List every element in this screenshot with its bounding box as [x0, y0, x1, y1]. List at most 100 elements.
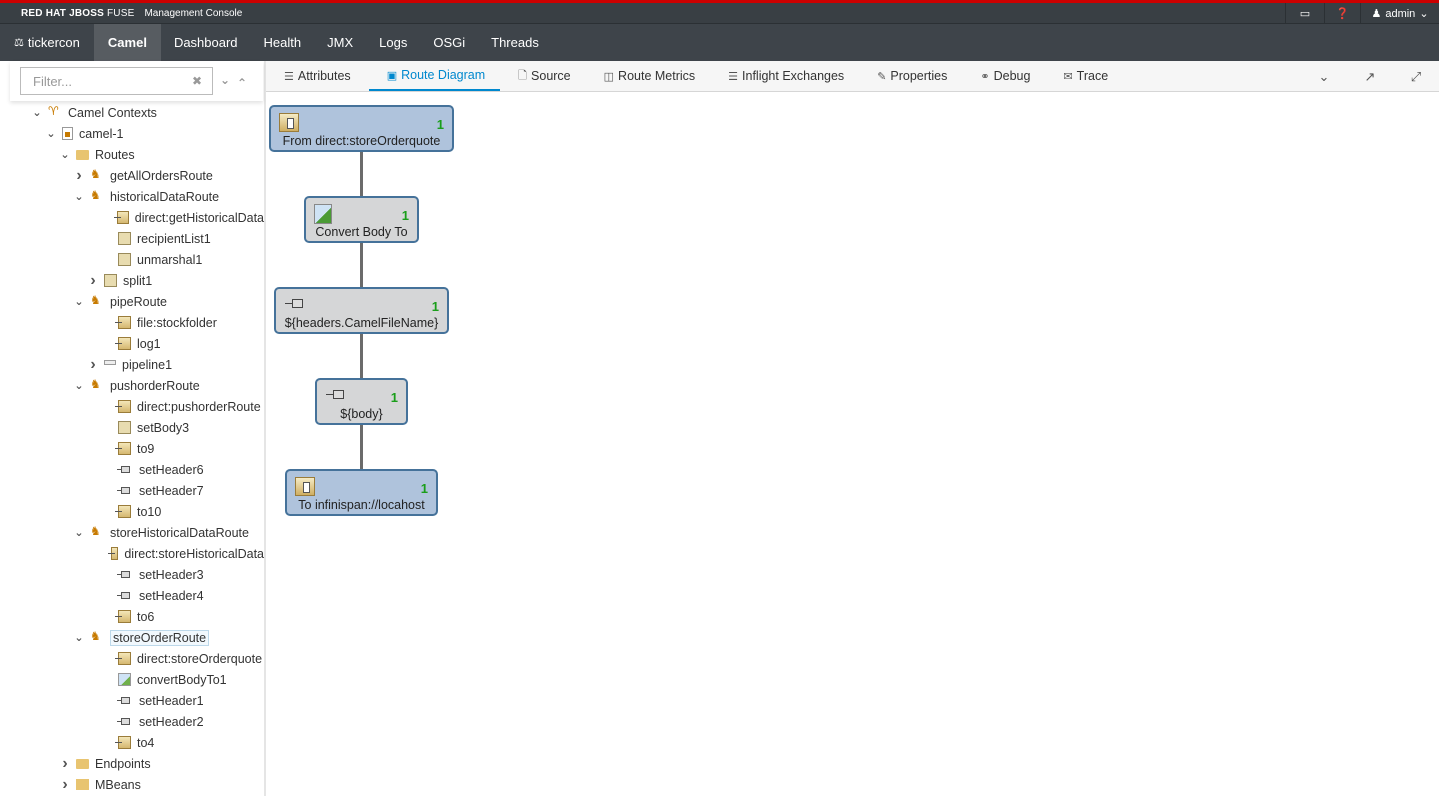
nav-logs[interactable]: Logs: [366, 24, 420, 61]
nav-osgi[interactable]: OSGi: [420, 24, 478, 61]
folder-open-icon: [76, 149, 89, 160]
chevron-right-icon[interactable]: ›: [58, 755, 72, 773]
tree-node[interactable]: setHeader4: [0, 585, 264, 606]
diagram-node-to[interactable]: 1 To infinispan://locahost: [285, 469, 438, 516]
tree-node-label: storeHistoricalDataRoute: [110, 525, 249, 540]
tree-node[interactable]: setHeader2: [0, 711, 264, 732]
tree-node[interactable]: direct:getHistoricalData: [0, 207, 264, 228]
nav-health[interactable]: Health: [251, 24, 315, 61]
chevron-down-icon[interactable]: ⌄: [30, 106, 44, 119]
tree-node-label: getAllOrdersRoute: [110, 168, 213, 183]
tree-node[interactable]: direct:storeHistoricalData: [0, 543, 264, 564]
tree-node[interactable]: to9: [0, 438, 264, 459]
more-tabs-chevron-icon[interactable]: ⌄: [1301, 69, 1347, 85]
share-icon[interactable]: ↗: [1347, 69, 1393, 85]
tree-node[interactable]: › pipeline1: [0, 354, 264, 375]
chevron-down-icon[interactable]: ⌄: [72, 631, 86, 644]
tree-context[interactable]: ⌄ camel-1: [0, 123, 264, 144]
collapse-all-icon[interactable]: ⌃: [237, 76, 247, 90]
chevron-down-icon[interactable]: ⌄: [72, 379, 86, 392]
tree-route[interactable]: ⌄ ♞ pushorderRoute: [0, 375, 264, 396]
convert-image-icon: [314, 204, 332, 224]
tree-node[interactable]: setHeader1: [0, 690, 264, 711]
diagram-node-set-header-1[interactable]: 1 ${headers.CamelFileName}: [274, 287, 449, 334]
tree-node[interactable]: file:stockfolder: [0, 312, 264, 333]
tree-node[interactable]: setHeader6: [0, 459, 264, 480]
exchange-count: 1: [431, 299, 439, 314]
nav-dashboard[interactable]: Dashboard: [161, 24, 251, 61]
filter-input[interactable]: Filter... ✖: [20, 67, 213, 95]
tree-node-label: direct:getHistoricalData: [134, 210, 264, 225]
chevron-right-icon[interactable]: ›: [86, 272, 100, 290]
tree-node[interactable]: to10: [0, 501, 264, 522]
tree-node-label: to6: [137, 609, 155, 624]
tab-route-diagram[interactable]: ▣ Route Diagram: [368, 61, 501, 91]
tab-debug[interactable]: ⚭ Debug: [962, 61, 1045, 91]
chevron-right-icon[interactable]: ›: [86, 356, 100, 374]
tree-node-label: file:stockfolder: [137, 315, 217, 330]
chevron-right-icon[interactable]: ›: [72, 167, 86, 185]
tree-node[interactable]: direct:storeOrderquote: [0, 648, 264, 669]
tree-node[interactable]: unmarshal1: [0, 249, 264, 270]
user-menu[interactable]: ♟ admin ⌄: [1360, 3, 1439, 24]
tree-node[interactable]: convertBodyTo1: [0, 669, 264, 690]
tree-camel-contexts[interactable]: ⌄ ♈ Camel Contexts: [0, 102, 264, 123]
chevron-right-icon[interactable]: ›: [58, 776, 72, 794]
tree-node[interactable]: log1: [0, 333, 264, 354]
tree-node[interactable]: setBody3: [0, 417, 264, 438]
tree-mbeans[interactable]: › MBeans: [0, 774, 264, 795]
tree-node-label: historicalDataRoute: [110, 189, 220, 204]
tree-route[interactable]: › ♞ getAllOrdersRoute: [0, 165, 264, 186]
tree-node-label: convertBodyTo1: [137, 672, 227, 687]
monitor-icon[interactable]: ▭: [1285, 3, 1324, 24]
endpoint-icon: [113, 211, 129, 224]
fullscreen-icon[interactable]: ⤢: [1393, 69, 1439, 85]
tree-node-label: to10: [137, 504, 162, 519]
chevron-down-icon[interactable]: ⌄: [58, 148, 72, 161]
camel-icon: ♈: [48, 104, 59, 118]
tree-node[interactable]: recipientList1: [0, 228, 264, 249]
list-icon: ☰: [728, 70, 739, 83]
tab-route-metrics[interactable]: ◫ Route Metrics: [586, 61, 711, 91]
clear-icon[interactable]: ✖: [192, 74, 202, 88]
tab-attributes[interactable]: ☰ Attributes: [266, 61, 369, 91]
tree-route[interactable]: ⌄ ♞ historicalDataRoute: [0, 186, 264, 207]
nav-tickercon[interactable]: ⚖ tickercon: [0, 24, 94, 61]
nav-jmx[interactable]: JMX: [314, 24, 366, 61]
tree-node[interactable]: to4: [0, 732, 264, 753]
chevron-down-icon[interactable]: ⌄: [72, 526, 86, 539]
diagram-node-convert-body[interactable]: 1 Convert Body To: [304, 196, 419, 243]
tree-route[interactable]: ⌄ ♞ storeOrderRoute: [0, 627, 264, 648]
envelope-icon: ✉: [1063, 70, 1073, 83]
exchange-count: 1: [390, 390, 398, 405]
tree-node[interactable]: › split1: [0, 270, 264, 291]
diagram-node-set-header-2[interactable]: 1 ${body}: [315, 378, 408, 425]
chevron-down-icon[interactable]: ⌄: [72, 295, 86, 308]
help-icon[interactable]: ❓: [1324, 3, 1360, 24]
tree-node[interactable]: setHeader7: [0, 480, 264, 501]
tree-route[interactable]: ⌄ ♞ pipeRoute: [0, 291, 264, 312]
tree-node[interactable]: setHeader3: [0, 564, 264, 585]
endpoint-icon: [295, 477, 315, 496]
route-icon: ♞: [90, 167, 101, 181]
tab-inflight-exchanges[interactable]: ☰ Inflight Exchanges: [710, 61, 859, 91]
tree-endpoints[interactable]: › Endpoints: [0, 753, 264, 774]
nav-camel[interactable]: Camel: [93, 24, 161, 61]
sidebar: Filter... ✖ ⌄ ⌃ ⌄ ♈ Camel Contexts ⌄ camel-1…: [0, 61, 266, 796]
expand-all-icon[interactable]: ⌄: [220, 73, 230, 87]
chevron-down-icon[interactable]: ⌄: [44, 127, 58, 140]
tree-routes[interactable]: ⌄ Routes: [0, 144, 264, 165]
tree-node[interactable]: direct:pushorderRoute: [0, 396, 264, 417]
tab-source[interactable]: 🗋 Source: [500, 61, 585, 91]
tab-properties[interactable]: ✎ Properties: [859, 61, 962, 91]
chevron-down-icon[interactable]: ⌄: [72, 190, 86, 203]
tab-trace[interactable]: ✉ Trace: [1045, 61, 1123, 91]
diagram-node-from[interactable]: 1 From direct:storeOrderquote: [269, 105, 454, 152]
tree-route[interactable]: ⌄ ♞ storeHistoricalDataRoute: [0, 522, 264, 543]
nav-threads[interactable]: Threads: [478, 24, 552, 61]
tree-node-label: camel-1: [79, 126, 124, 141]
file-icon: 🗋: [518, 69, 528, 82]
image-icon: ▣: [386, 69, 398, 82]
tree-node-label: direct:storeHistoricalData: [124, 546, 264, 561]
tree-node[interactable]: to6: [0, 606, 264, 627]
